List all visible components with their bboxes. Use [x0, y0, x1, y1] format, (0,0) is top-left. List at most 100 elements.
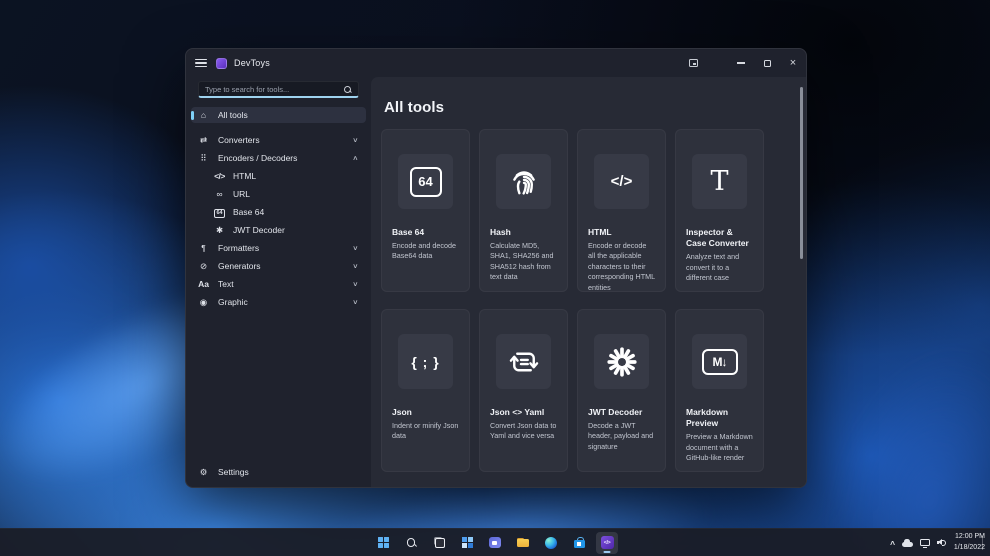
converter-icon: ⇄	[199, 134, 208, 145]
binary-icon: ⠿	[200, 152, 207, 163]
sidebar-item-graphic[interactable]: ◉ Graphic ∨	[191, 294, 366, 310]
sidebar-item-encoders-decoders[interactable]: ⠿ Encoders / Decoders ∧	[191, 150, 366, 166]
sidebar-item-jwt-decoder[interactable]: ✱ JWT Decoder	[191, 222, 366, 238]
base64-icon: 64	[398, 154, 453, 209]
sidebar-item-base64[interactable]: 64 Base 64	[191, 204, 366, 220]
compact-overlay-button[interactable]	[680, 49, 706, 77]
chevron-down-icon[interactable]: ∨	[353, 298, 359, 306]
sidebar-item-label: Graphic	[218, 297, 248, 307]
sidebar-item-label: JWT Decoder	[233, 225, 285, 235]
edge-button[interactable]	[540, 532, 562, 554]
sidebar-item-label: All tools	[218, 110, 248, 120]
sidebar: ⌂ All tools ⇄ Converters ∨ ⠿ Encoders / …	[186, 77, 371, 487]
close-button[interactable]: ×	[780, 49, 806, 77]
card-description: Decode a JWT header, payload and signatu…	[588, 421, 654, 451]
sidebar-item-label: HTML	[233, 171, 257, 181]
card-title: Inspector & Case Converter	[686, 227, 749, 249]
search-input[interactable]	[205, 84, 343, 94]
card-title: Json	[392, 407, 412, 417]
scrollbar[interactable]	[800, 87, 803, 259]
generator-icon: ⊘	[199, 260, 208, 271]
sidebar-nav: ⌂ All tools ⇄ Converters ∨ ⠿ Encoders / …	[186, 106, 371, 311]
sidebar-item-settings[interactable]: ⚙ Settings	[191, 464, 366, 480]
sidebar-item-label: Formatters	[218, 243, 260, 253]
sidebar-item-html[interactable]: </> HTML	[191, 168, 366, 184]
compact-overlay-icon	[688, 59, 698, 67]
sidebar-item-text[interactable]: Aa Text ∨	[191, 276, 366, 292]
tool-card-html[interactable]: </> HTML Encode or decode all the applic…	[577, 129, 666, 292]
json-braces-icon: { ; }	[398, 334, 453, 389]
title-bar: DevToys ×	[186, 49, 806, 77]
hamburger-menu-icon[interactable]	[195, 58, 207, 68]
jwt-burst-icon: ✱	[215, 224, 224, 235]
taskbar-clock[interactable]: 12:00 PM 1/18/2022	[954, 532, 985, 552]
yaml-convert-icon	[496, 334, 551, 389]
search-icon	[343, 85, 352, 94]
card-title: Hash	[490, 227, 511, 237]
markdown-icon: M↓	[692, 334, 747, 389]
widgets-button[interactable]	[456, 532, 478, 554]
tool-card-json-yaml[interactable]: Json <> Yaml Convert Json data to Yaml a…	[479, 309, 568, 472]
card-title: Base 64	[392, 227, 425, 237]
card-title: HTML	[588, 227, 612, 237]
card-description: Convert Json data to Yaml and vice versa	[490, 421, 557, 441]
tool-card-inspector-case-converter[interactable]: T Inspector & Case Converter Analyze tex…	[675, 129, 764, 292]
window-title: DevToys	[234, 58, 270, 68]
widgets-icon	[461, 537, 473, 548]
sidebar-item-formatters[interactable]: ¶ Formatters ∨	[191, 240, 366, 256]
maximize-button[interactable]	[754, 49, 780, 77]
onedrive-cloud-icon[interactable]	[901, 538, 913, 547]
chat-icon	[489, 537, 501, 548]
volume-icon[interactable]	[936, 538, 947, 547]
link-icon: ∞	[216, 188, 223, 199]
chat-button[interactable]	[484, 532, 506, 554]
sidebar-item-url[interactable]: ∞ URL	[191, 186, 366, 202]
devtoys-window: DevToys × ⌂ All tools ⇄ Con	[185, 48, 807, 488]
card-description: Encode or decode all the applicable char…	[588, 241, 655, 292]
card-description: Preview a Markdown document with a GitHu…	[686, 432, 753, 462]
sidebar-item-label: Converters	[218, 135, 260, 145]
devtoys-taskbar-button[interactable]: </>	[596, 531, 618, 554]
chevron-down-icon[interactable]: ∨	[353, 262, 359, 270]
file-explorer-button[interactable]	[512, 532, 534, 554]
minimize-button[interactable]	[728, 49, 754, 77]
sidebar-item-label: Generators	[218, 261, 261, 271]
chevron-down-icon[interactable]: ∨	[353, 244, 359, 252]
tray-chevron-up-icon[interactable]: ∧	[889, 539, 896, 547]
tool-card-hash[interactable]: Hash Calculate MD5, SHA1, SHA256 and SHA…	[479, 129, 568, 292]
tool-card-base64[interactable]: 64 Base 64 Encode and decode Base64 data	[381, 129, 470, 292]
show-desktop-button[interactable]	[982, 536, 985, 550]
network-icon[interactable]	[919, 539, 930, 548]
edge-icon	[545, 536, 557, 549]
sidebar-item-label: Settings	[218, 467, 249, 477]
card-description: Calculate MD5, SHA1, SHA256 and SHA512 h…	[490, 241, 554, 282]
sidebar-item-generators[interactable]: ⊘ Generators ∨	[191, 258, 366, 274]
jwt-burst-icon	[594, 334, 649, 389]
minimize-icon	[737, 62, 745, 64]
chevron-down-icon[interactable]: ∨	[353, 280, 359, 288]
chevron-down-icon[interactable]: ∨	[353, 136, 359, 144]
task-view-button[interactable]	[428, 532, 450, 554]
chevron-up-icon[interactable]: ∧	[353, 154, 359, 162]
running-app-indicator	[603, 551, 611, 553]
maximize-icon	[763, 59, 771, 67]
sidebar-item-label: URL	[233, 189, 251, 199]
sidebar-item-converters[interactable]: ⇄ Converters ∨	[191, 132, 366, 148]
taskbar-search-button[interactable]	[400, 532, 422, 554]
window-controls: ×	[680, 49, 806, 77]
card-description: Encode and decode Base64 data	[392, 241, 456, 261]
tool-card-markdown-preview[interactable]: M↓ Markdown Preview Preview a Markdown d…	[675, 309, 764, 472]
clock-date: 1/18/2022	[953, 543, 985, 551]
home-icon: ⌂	[200, 109, 207, 120]
start-button[interactable]	[372, 532, 394, 554]
formatter-icon: ¶	[201, 242, 206, 253]
store-button[interactable]	[568, 532, 590, 554]
tool-card-json[interactable]: { ; } Json Indent or minify Json data	[381, 309, 470, 472]
sidebar-item-label: Encoders / Decoders	[218, 153, 298, 163]
search-box	[198, 81, 359, 98]
sidebar-item-all-tools[interactable]: ⌂ All tools	[191, 107, 366, 123]
taskbar-icons: </>	[372, 529, 618, 556]
tool-card-jwt-decoder[interactable]: JWT Decoder Decode a JWT header, payload…	[577, 309, 666, 472]
text-tools-icon: Aa	[198, 278, 209, 289]
gear-icon: ⚙	[199, 466, 208, 477]
